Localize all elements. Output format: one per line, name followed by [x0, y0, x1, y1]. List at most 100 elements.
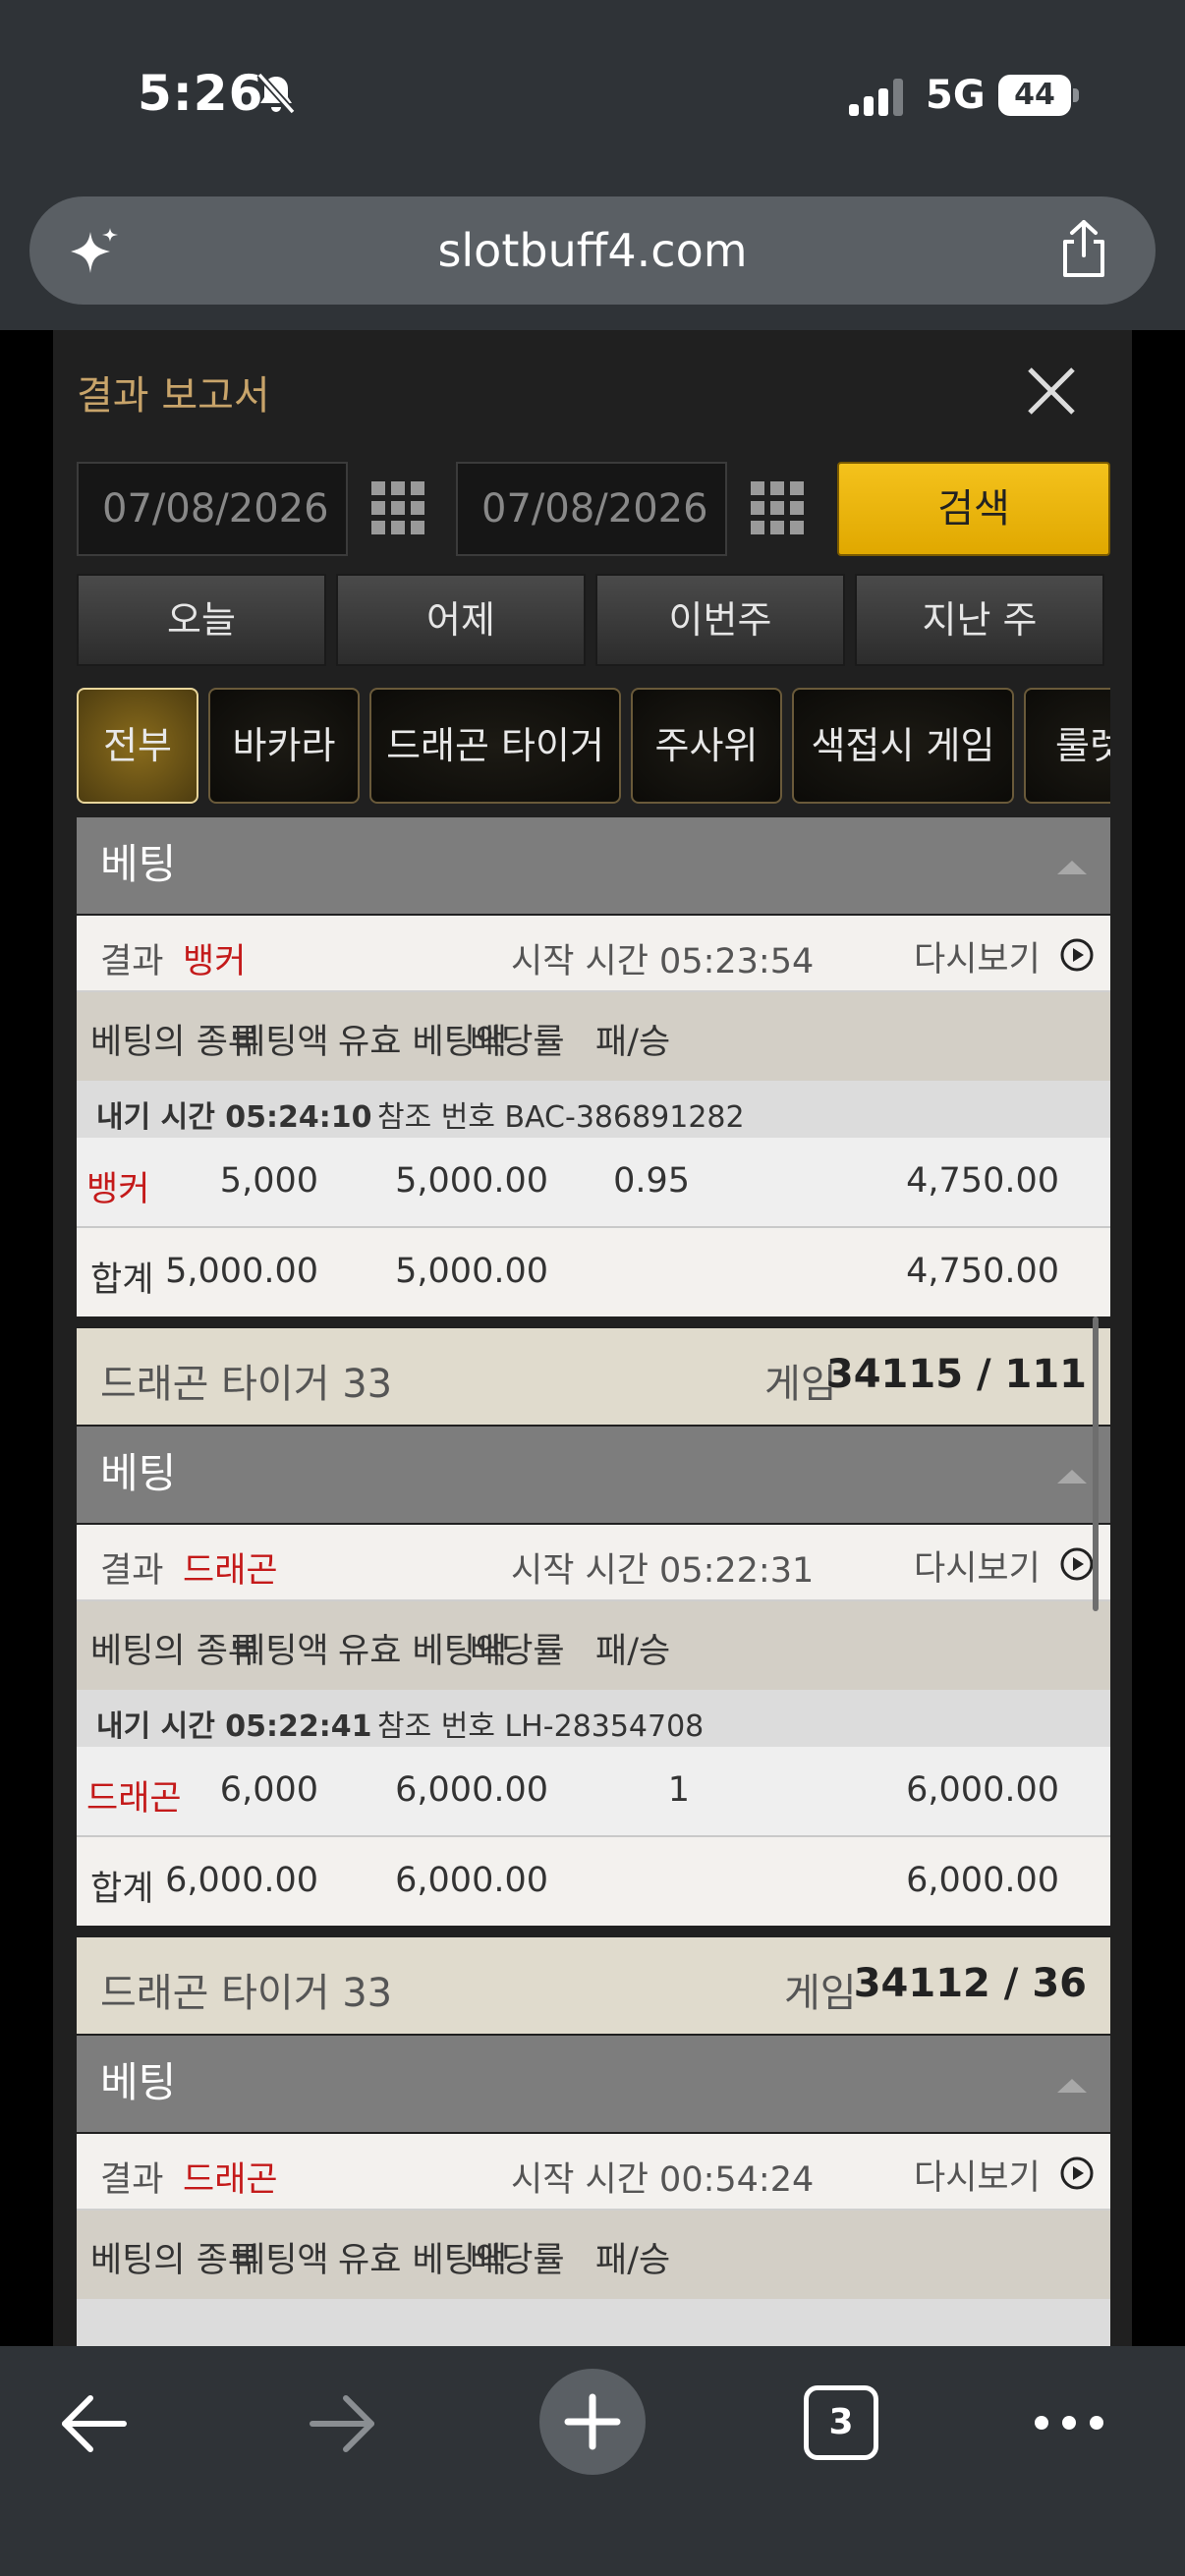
- play-circle-icon[interactable]: [1059, 1546, 1095, 1582]
- share-icon[interactable]: [1055, 218, 1112, 279]
- total-win-loss-cell: 6,000.00: [906, 1861, 1059, 1900]
- forward-icon[interactable]: [307, 2387, 379, 2460]
- col-odds: 배당률: [470, 1632, 565, 1671]
- collapse-arrow-icon[interactable]: [1057, 861, 1087, 874]
- game-number: 34112 / 36: [853, 1961, 1087, 2006]
- bet-type-cell: 드래곤: [86, 1779, 182, 1819]
- network-type: 5G: [926, 73, 986, 118]
- total-row: 합계 6,000.00 6,000.00 6,000.00: [77, 1837, 1110, 1926]
- result-section: 드래곤 타이거 33 게임 34112 / 36 베팅 결과 드래곤 시작 시간…: [77, 1937, 1110, 2346]
- close-icon[interactable]: [1022, 362, 1081, 420]
- total-win-loss-cell: 4,750.00: [906, 1252, 1059, 1291]
- section-divider: [77, 1926, 1110, 1937]
- bet-time: 내기 시간 05:24:10: [96, 1100, 372, 1135]
- browser-toolbar: 3: [0, 2346, 1185, 2576]
- url-text[interactable]: slotbuff4.com: [29, 224, 1156, 277]
- address-bar[interactable]: slotbuff4.com: [29, 196, 1156, 305]
- column-header-row: 베팅의 종류 베팅액 유효 베팅액 배당률 패/승: [77, 1601, 1110, 1690]
- bet-reference-row: 내기 시간 05:24:10 참조 번호 BAC-386891282: [77, 1081, 1110, 1138]
- total-label: 합계: [90, 1870, 154, 1909]
- valid-bet-cell: 6,000.00: [395, 1770, 548, 1810]
- result-label: 결과: [100, 942, 164, 981]
- new-tab-icon[interactable]: [538, 2368, 647, 2476]
- tab-count: 3: [828, 2402, 854, 2442]
- valid-bet-cell: 5,000.00: [395, 1161, 548, 1201]
- col-win-loss: 패/승: [595, 1023, 671, 1062]
- tab-roulette[interactable]: 룰렛: [1024, 688, 1110, 804]
- replay-link[interactable]: 다시보기: [914, 1540, 1041, 1591]
- tab-baccarat[interactable]: 바카라: [208, 688, 360, 804]
- tab-sicbo[interactable]: 주사위: [631, 688, 782, 804]
- start-time: 시작 시간 00:54:24: [511, 2160, 815, 2200]
- bell-off-icon: [256, 72, 296, 115]
- col-bet-amount: 베팅액: [234, 1632, 329, 1671]
- total-amount-cell: 5,000.00: [165, 1252, 318, 1291]
- odds-cell: 0.95: [613, 1161, 690, 1201]
- collapse-arrow-icon[interactable]: [1057, 2079, 1087, 2093]
- game-header: 드래곤 타이거 33 게임 34115 / 111: [77, 1328, 1110, 1427]
- total-valid-cell: 6,000.00: [395, 1861, 548, 1900]
- date-from-input[interactable]: 07/08/2026: [77, 462, 348, 556]
- bet-section-header[interactable]: 베팅: [77, 817, 1110, 916]
- game-header: 드래곤 타이거 33 게임 34112 / 36: [77, 1937, 1110, 2036]
- col-odds: 배당률: [470, 2241, 565, 2280]
- result-value: 뱅커: [183, 942, 247, 981]
- game-tabs: 전부 바카라 드래곤 타이거 주사위 색접시 게임 룰렛: [77, 688, 1110, 810]
- col-bet-amount: 베팅액: [234, 1023, 329, 1062]
- result-value: 드래곤: [183, 2160, 278, 2200]
- total-row: 합계 5,000.00 5,000.00 4,750.00: [77, 1228, 1110, 1316]
- web-page: 결과 보고서 07/08/2026 07/08/2026 검색 오늘 어제 이번…: [0, 330, 1185, 2346]
- range-last-week-button[interactable]: 지난 주: [855, 574, 1104, 666]
- panel-title: 결과 보고서: [77, 373, 270, 419]
- bet-section-header[interactable]: 베팅: [77, 2036, 1110, 2134]
- status-bar: 5:26 5G 44: [0, 0, 1185, 193]
- column-header-row: 베팅의 종류 베팅액 유효 베팅액 배당률 패/승: [77, 2211, 1110, 2299]
- calendar-grid-icon[interactable]: [369, 479, 426, 536]
- scrollbar[interactable]: [1093, 1316, 1099, 1611]
- result-info-row: 결과 드래곤 시작 시간 05:22:31 다시보기: [77, 1525, 1110, 1601]
- play-circle-icon[interactable]: [1059, 937, 1095, 973]
- replay-link[interactable]: 다시보기: [914, 2150, 1041, 2200]
- total-amount-cell: 6,000.00: [165, 1861, 318, 1900]
- status-time: 5:26: [138, 65, 264, 122]
- total-valid-cell: 5,000.00: [395, 1252, 548, 1291]
- result-info-row: 결과 뱅커 시작 시간 05:23:54 다시보기: [77, 916, 1110, 992]
- game-name: 드래곤 타이거 33: [100, 1971, 393, 2016]
- bet-reference-row: 내기 시간 05:22:41 참조 번호 LH-28354708: [77, 1690, 1110, 1747]
- range-this-week-button[interactable]: 이번주: [595, 574, 845, 666]
- battery-icon: 44: [998, 75, 1079, 116]
- reference-number: 참조 번호 BAC-386891282: [377, 1100, 745, 1135]
- table-row: 드래곤 6,000 6,000.00 1 6,000.00: [77, 1747, 1110, 1837]
- replay-link[interactable]: 다시보기: [914, 931, 1041, 981]
- signal-icon: [849, 79, 904, 116]
- battery-level: 44: [1014, 78, 1055, 112]
- tab-color-plate[interactable]: 색접시 게임: [792, 688, 1014, 804]
- bet-time: 내기 시간 05:22:41: [96, 1709, 372, 1744]
- range-yesterday-button[interactable]: 어제: [336, 574, 586, 666]
- result-label: 결과: [100, 1551, 164, 1591]
- tab-all[interactable]: 전부: [77, 688, 198, 804]
- collapse-arrow-icon[interactable]: [1057, 1470, 1087, 1484]
- more-icon[interactable]: [1032, 2405, 1106, 2440]
- result-label: 결과: [100, 2160, 164, 2200]
- tabs-icon[interactable]: 3: [804, 2385, 878, 2460]
- search-button[interactable]: 검색: [837, 462, 1110, 556]
- range-today-button[interactable]: 오늘: [77, 574, 326, 666]
- calendar-grid-icon[interactable]: [749, 479, 806, 536]
- play-circle-icon[interactable]: [1059, 2156, 1095, 2191]
- result-section: 드래곤 타이거 33 게임 34115 / 111 베팅 결과 드래곤 시작 시…: [77, 1328, 1110, 1926]
- bet-section-header[interactable]: 베팅: [77, 1427, 1110, 1525]
- result-list: 베팅 결과 뱅커 시작 시간 05:23:54 다시보기 베팅의 종류 베팅액: [77, 817, 1110, 2346]
- bet-amount-cell: 6,000: [219, 1770, 318, 1810]
- back-icon[interactable]: [57, 2387, 130, 2460]
- bet-reference-row: [77, 2299, 1110, 2346]
- game-name: 드래곤 타이거 33: [100, 1362, 393, 1407]
- result-value: 드래곤: [183, 1551, 278, 1591]
- col-win-loss: 패/승: [595, 2241, 671, 2280]
- bet-header-label: 베팅: [100, 2058, 177, 2106]
- tab-dragon-tiger[interactable]: 드래곤 타이거: [369, 688, 621, 804]
- game-label: 게임: [784, 1971, 857, 2016]
- result-info-row: 결과 드래곤 시작 시간 00:54:24 다시보기: [77, 2134, 1110, 2211]
- table-row: 뱅커 5,000 5,000.00 0.95 4,750.00: [77, 1138, 1110, 1228]
- date-to-input[interactable]: 07/08/2026: [456, 462, 727, 556]
